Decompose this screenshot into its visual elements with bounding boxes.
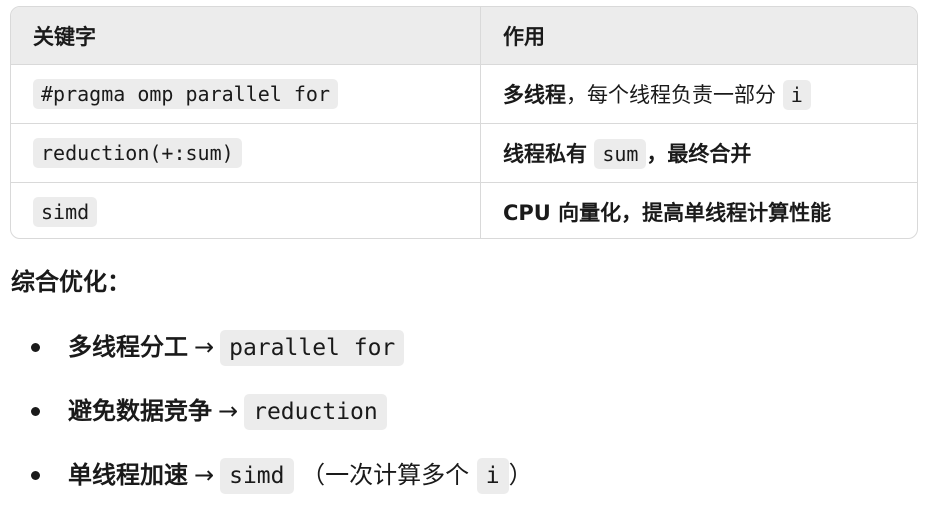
arrow-icon: → [218, 397, 239, 425]
purpose-cell: 多线程，每个线程负责一部分 i [480, 64, 917, 124]
table-row: reduction(+:sum) 线程私有 sum ，最终合并 [11, 123, 917, 183]
purpose-cell: 线程私有 sum ，最终合并 [480, 123, 917, 183]
header-purpose: 作用 [480, 7, 917, 65]
keyword-cell: simd [11, 182, 481, 238]
list-item: 单线程加速 → simd （一次计算多个 i） [0, 454, 942, 518]
list-item: 多线程分工 → parallel for [0, 326, 942, 390]
list-item: 避免数据竞争 → reduction [0, 390, 942, 454]
keyword-table: 关键字 作用 #pragma omp parallel for 多线程，每个线程… [10, 6, 918, 239]
item-note: （一次计算多个 [301, 461, 470, 489]
purpose-after: ，最终合并 [646, 142, 752, 166]
keyword-code: simd [33, 197, 98, 227]
item-code: reduction [244, 394, 387, 430]
purpose-text: ，每个线程负责一部分 [566, 83, 776, 107]
item-label: 多线程分工 [68, 333, 188, 361]
purpose-bold: 线程私有 [503, 142, 587, 166]
keyword-cell: reduction(+:sum) [11, 123, 481, 183]
item-label: 避免数据竞争 [68, 397, 212, 425]
arrow-icon: → [194, 461, 215, 489]
purpose-code: sum [594, 139, 647, 169]
item-note-close: ） [508, 461, 533, 489]
bullet-icon [31, 471, 40, 480]
header-keyword: 关键字 [11, 7, 481, 65]
item-code: simd [220, 458, 294, 494]
item-label: 单线程加速 [68, 461, 188, 489]
table-row: #pragma omp parallel for 多线程，每个线程负责一部分 i [11, 64, 917, 124]
bullet-icon [31, 407, 40, 416]
purpose-bold: 多线程 [503, 83, 566, 107]
section-title: 综合优化： [11, 268, 131, 296]
arrow-icon: → [194, 333, 215, 361]
item-code: parallel for [220, 330, 405, 366]
table-row: simd CPU 向量化，提高单线程计算性能 [11, 182, 918, 239]
purpose-bold: CPU 向量化，提高单线程计算性能 [503, 201, 832, 225]
bullet-icon [31, 343, 40, 352]
item-note-code: i [476, 458, 509, 494]
keyword-table-grid: 关键字 作用 #pragma omp parallel for 多线程，每个线程… [11, 7, 918, 239]
keyword-code: #pragma omp parallel for [33, 79, 338, 109]
table-header-row: 关键字 作用 [11, 7, 917, 65]
optimization-list: 多线程分工 → parallel for 避免数据竞争 → reduction 单线程加… [0, 326, 942, 518]
keyword-code: reduction(+:sum) [33, 138, 242, 168]
keyword-cell: #pragma omp parallel for [11, 64, 481, 124]
purpose-cell: CPU 向量化，提高单线程计算性能 [481, 183, 918, 239]
purpose-code: i [782, 80, 811, 110]
